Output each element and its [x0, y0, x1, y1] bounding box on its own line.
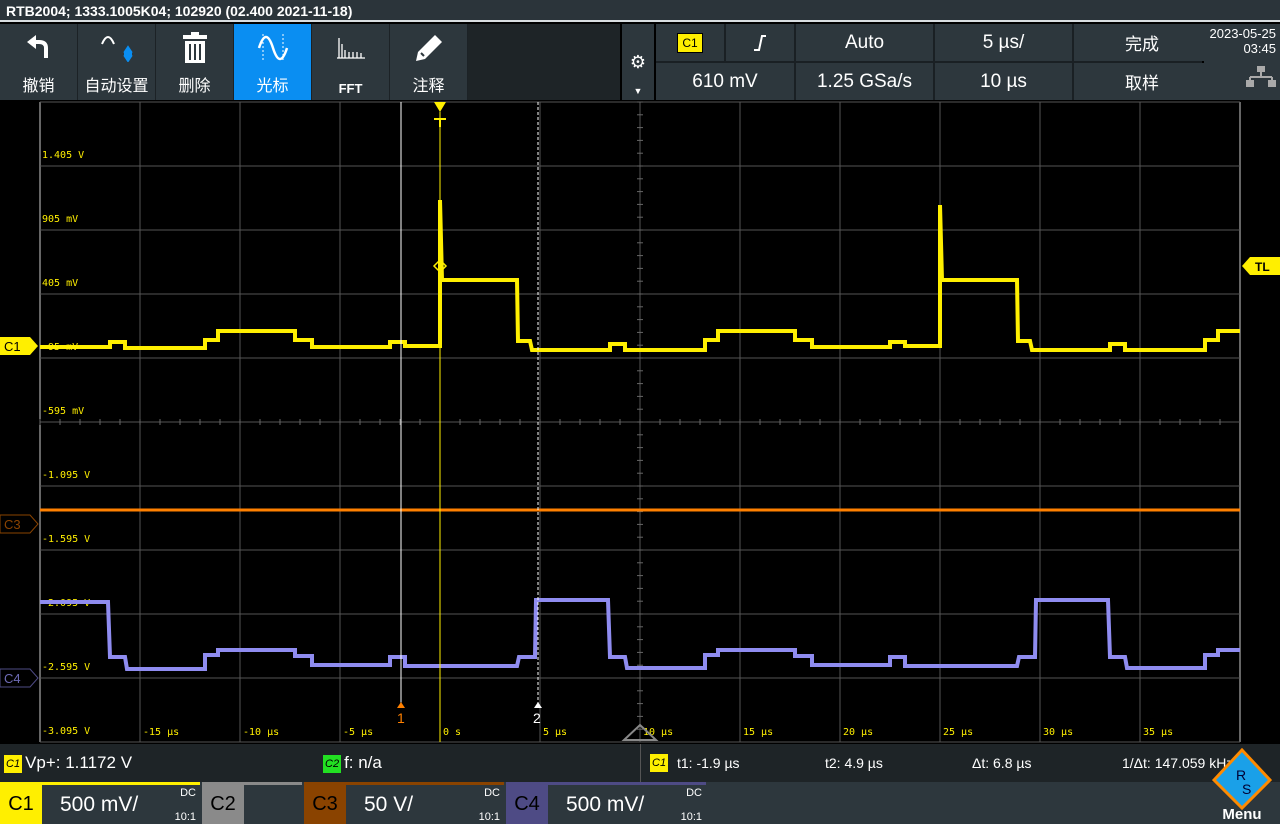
menu-label: Menu [1222, 806, 1262, 823]
status-panel: C1 Auto 5 µs/ 完成 610 mV 1.25 GSa/s 10 µs… [656, 24, 1210, 100]
channel-c4[interactable]: C4 500 mV/DC 10:1 [506, 782, 706, 824]
title-bar: RTB2004; 1333.1005K04; 102920 (02.400 20… [0, 0, 1280, 22]
acquisition-mode[interactable]: 取样 [1074, 63, 1210, 100]
cursor-source[interactable]: C1 [650, 754, 671, 773]
cursor-sine-icon [257, 34, 288, 62]
autoset-icon [100, 36, 133, 62]
measurement-2[interactable]: C2 f: n/a [323, 753, 382, 773]
cursor-t1: t1: -1.9 µs [677, 755, 740, 771]
c4-marker-label: C4 [4, 671, 21, 686]
x-axis-label: -15 µs [143, 727, 179, 738]
fft-button[interactable]: FFT [312, 24, 389, 100]
cursor-t2: t2: 4.9 µs [825, 755, 883, 771]
menu-button[interactable]: RS Menu [1204, 747, 1280, 824]
cursor-2-label: 2 [533, 710, 541, 726]
waveform-display[interactable]: 1.405 V905 mV405 mV-95 mV-595 mV-1.095 V… [0, 100, 1280, 744]
x-axis-label: 35 µs [1143, 727, 1173, 738]
measurement-bar: C1 Vp+: 1.1172 V C2 f: n/a C1 t1: -1.9 µs … [0, 744, 1280, 782]
time: 03:45 [1243, 41, 1276, 56]
c1-marker-label: C1 [4, 339, 21, 354]
gear-icon: ⚙ [629, 52, 647, 72]
cursor-1-label: 1 [397, 710, 405, 726]
y-axis-label: -1.095 V [42, 470, 90, 481]
cursor-delta-t: Δt: 6.8 µs [972, 755, 1032, 771]
annotation-button[interactable]: 注释 [390, 24, 467, 100]
channel-c1[interactable]: C1 500 mV/DC 10:1 [0, 782, 200, 824]
y-axis-label: 905 mV [42, 214, 78, 225]
chevron-down-icon: ▼ [633, 86, 643, 96]
date: 2023-05-25 [1209, 26, 1277, 41]
svg-text:S: S [1242, 781, 1251, 797]
undo-icon [26, 35, 48, 58]
trigger-source[interactable]: C1 [656, 24, 724, 61]
trigger-slope[interactable] [726, 24, 794, 61]
trigger-level-label: TL [1255, 260, 1270, 274]
measurement-1[interactable]: C1 Vp+: 1.1172 V [4, 753, 132, 773]
fft-icon [336, 38, 365, 59]
trigger-t-icon [434, 118, 446, 127]
autoset-button[interactable]: 自动设置 [78, 24, 155, 100]
rising-edge-icon [754, 34, 766, 51]
pencil-icon [415, 35, 442, 61]
run-status[interactable]: 完成 [1074, 24, 1210, 61]
settings-button[interactable]: ⚙ ▼ [622, 24, 654, 100]
delete-button[interactable]: 删除 [156, 24, 233, 100]
network-icon [1246, 66, 1276, 87]
sample-rate: 1.25 GSa/s [796, 63, 933, 100]
trigger-level[interactable]: 610 mV [656, 63, 794, 100]
rs-logo-icon: RS [1211, 747, 1273, 811]
x-axis-label: 25 µs [943, 727, 973, 738]
x-axis-label: 0 s [443, 727, 461, 738]
trigger-position-marker [434, 102, 446, 112]
channel-c3[interactable]: C3 50 V/DC 10:1 [304, 782, 504, 824]
trash-icon [182, 32, 207, 63]
cursor-2-handle [534, 702, 542, 708]
channel-bar: C1 500 mV/DC 10:1 C2 C3 50 V/DC 10:1 C4 500 m… [0, 782, 1280, 824]
y-axis-label: -1.595 V [42, 534, 90, 545]
channel-c2[interactable]: C2 [202, 782, 302, 824]
trigger-mode[interactable]: Auto [796, 24, 933, 61]
y-axis-label: -595 mV [42, 406, 84, 417]
cursor-button[interactable]: 光标 [234, 24, 311, 100]
cursor-1-handle [397, 702, 405, 708]
x-axis-label: 30 µs [1043, 727, 1073, 738]
y-axis-label: 1.405 V [42, 150, 84, 161]
record-length[interactable]: 10 µs [935, 63, 1072, 100]
x-axis-label: -10 µs [243, 727, 279, 738]
toolbar: 撤销 自动设置 删除 光标 FFT 注释 [0, 24, 620, 100]
x-axis-label: 15 µs [743, 727, 773, 738]
timebase[interactable]: 5 µs/ [935, 24, 1072, 61]
y-axis-label: 405 mV [42, 278, 78, 289]
undo-button[interactable]: 撤销 [0, 24, 77, 100]
y-axis-label: -2.595 V [42, 662, 90, 673]
x-axis-label: -5 µs [343, 727, 373, 738]
c3-marker-label: C3 [4, 517, 21, 532]
x-axis-label: 20 µs [843, 727, 873, 738]
datetime: 2023-05-25 03:45 [1204, 24, 1280, 100]
y-axis-label: -3.095 V [42, 726, 90, 737]
x-axis-label: 5 µs [543, 727, 567, 738]
